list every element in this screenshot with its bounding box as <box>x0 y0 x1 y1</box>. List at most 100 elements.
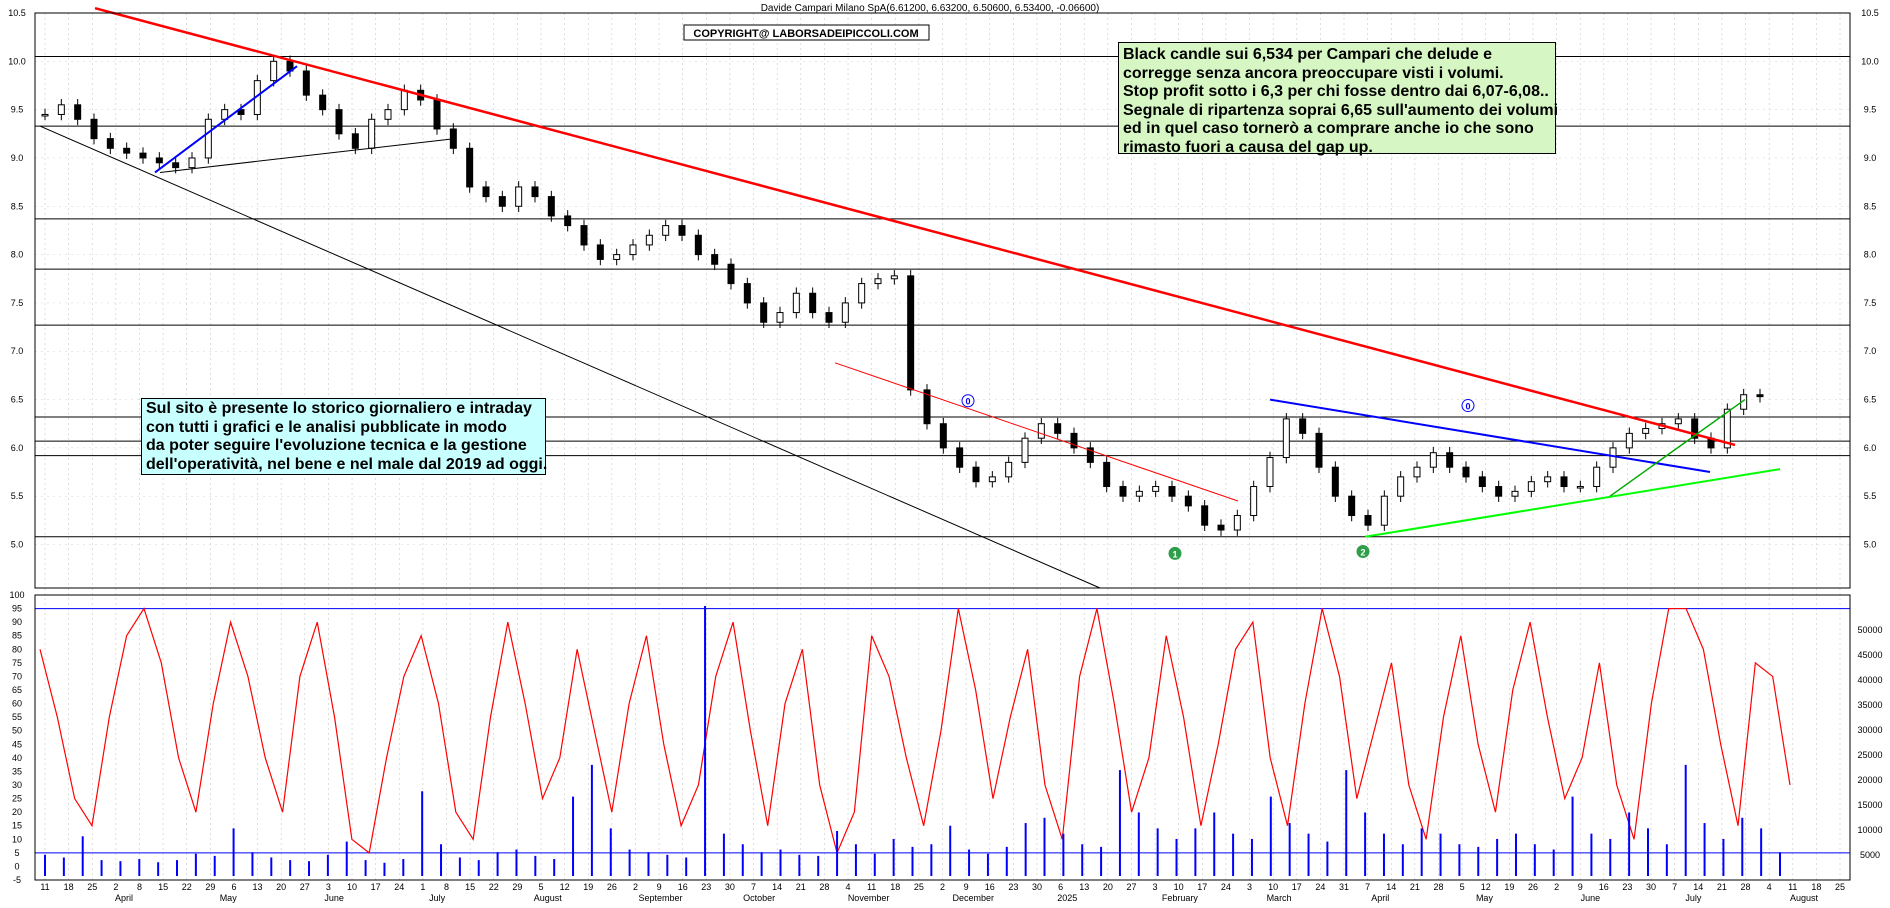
x-month-label: July <box>429 893 446 903</box>
x-tick-label: 13 <box>1079 882 1089 892</box>
candle-body <box>629 244 637 256</box>
x-month-label: 2025 <box>1057 893 1077 903</box>
candle-body <box>1413 466 1421 478</box>
x-tick-label: 16 <box>678 882 688 892</box>
copyright-text: COPYRIGHT@ LABORSADEIPICCOLI.COM <box>693 28 918 40</box>
analysis-note: Black candle sui 6,534 per Campari che d… <box>1118 42 1559 156</box>
x-tick-label: 2 <box>113 882 118 892</box>
oscillator-tick-label: 35 <box>12 766 22 776</box>
site-info-note: Sul sito è presente lo storico giornalie… <box>141 398 547 475</box>
x-tick-label: 25 <box>914 882 924 892</box>
x-tick-label: 19 <box>583 882 593 892</box>
candle-body <box>1135 490 1143 497</box>
candle-body <box>809 292 817 314</box>
candle-body <box>1315 432 1323 468</box>
x-month-label: August <box>1790 893 1819 903</box>
x-month-label: February <box>1162 893 1199 903</box>
x-tick-label: 2 <box>1554 882 1559 892</box>
candle-body <box>678 225 686 236</box>
x-tick-label: 17 <box>1292 882 1302 892</box>
candle-body <box>711 254 719 265</box>
x-tick-label: 9 <box>657 882 662 892</box>
candle-body <box>841 302 849 323</box>
price-tick-label-left: 7.0 <box>11 346 24 356</box>
x-tick-label: 18 <box>890 882 900 892</box>
x-tick-label: 8 <box>137 882 142 892</box>
price-tick-label-right: 8.5 <box>1864 201 1877 211</box>
oscillator-tick-label: 40 <box>12 753 22 763</box>
candle-body <box>792 292 800 314</box>
price-tick-label-left: 6.0 <box>11 443 24 453</box>
candle-body <box>1119 486 1127 497</box>
candle-body <box>1544 476 1552 483</box>
x-tick-label: 11 <box>867 882 876 892</box>
x-tick-label: 18 <box>64 882 74 892</box>
candle-body <box>596 244 604 260</box>
x-tick-label: 2 <box>940 882 945 892</box>
oscillator-tick-label: 100 <box>9 590 24 600</box>
candle-body <box>482 186 490 198</box>
candle-body <box>1446 452 1454 468</box>
oscillator-tick-label: 75 <box>12 658 22 668</box>
x-month-label: May <box>1476 893 1494 903</box>
annotation-label: 1 <box>1172 549 1177 559</box>
x-tick-label: 24 <box>1315 882 1325 892</box>
x-tick-label: 7 <box>751 882 756 892</box>
x-tick-label: 7 <box>1672 882 1677 892</box>
candle-body <box>874 278 882 285</box>
candle-body <box>939 423 947 449</box>
price-tick-label-right: 8.0 <box>1864 250 1877 260</box>
x-tick-label: 18 <box>1811 882 1821 892</box>
x-tick-label: 30 <box>1032 882 1042 892</box>
candle-body <box>613 254 621 260</box>
volume-tick-label: 35000 <box>1857 700 1882 710</box>
candle-body <box>1037 423 1045 439</box>
candle-body <box>1201 505 1209 526</box>
oscillator-tick-label: 10 <box>12 834 22 844</box>
x-tick-label: 2 <box>633 882 638 892</box>
x-tick-label: 24 <box>394 882 404 892</box>
candle-body <box>858 283 866 304</box>
candle-body <box>466 147 474 188</box>
x-tick-label: 30 <box>725 882 735 892</box>
candle-body <box>1168 486 1176 497</box>
price-tick-label-right: 6.0 <box>1864 443 1877 453</box>
x-tick-label: 27 <box>300 882 310 892</box>
x-tick-label: 29 <box>512 882 522 892</box>
x-tick-label: 16 <box>1599 882 1609 892</box>
site-info-line: da poter seguire l'evoluzione tecnica e … <box>146 437 527 454</box>
annotation-label: 2 <box>1360 547 1365 557</box>
candle-body <box>662 225 670 236</box>
x-tick-label: 14 <box>1386 882 1396 892</box>
price-tick-label-left: 5.5 <box>11 491 24 501</box>
oscillator-tick-label: 90 <box>12 617 22 627</box>
candle-body <box>188 157 196 169</box>
volume-tick-label: 40000 <box>1857 675 1882 685</box>
candle-body <box>1364 515 1372 526</box>
candle-body <box>335 109 343 135</box>
oscillator-tick-label: 85 <box>12 631 22 641</box>
x-month-label: October <box>743 893 775 903</box>
candle-body <box>1266 457 1274 488</box>
price-tick-label-left: 10.5 <box>8 8 26 18</box>
candle-body <box>1625 432 1633 449</box>
candle-body <box>825 312 833 323</box>
x-tick-label: 28 <box>1741 882 1751 892</box>
candle-body <box>1331 466 1339 497</box>
candle-body <box>907 275 915 391</box>
volume-tick-label: 25000 <box>1857 750 1882 760</box>
candle-body <box>139 152 147 159</box>
price-tick-label-left: 9.5 <box>11 105 24 115</box>
candle-body <box>1527 481 1535 492</box>
analysis-note-line: Segnale di ripartenza soprai 6,65 sull'a… <box>1123 101 1559 119</box>
x-tick-label: 26 <box>607 882 617 892</box>
volume-tick-label: 50000 <box>1857 625 1882 635</box>
x-tick-label: 3 <box>1247 882 1252 892</box>
x-month-label: December <box>953 893 995 903</box>
analysis-note-line: corregge senza ancora preoccupare visti … <box>1123 64 1504 82</box>
volume-tick-label: 5000 <box>1860 850 1880 860</box>
oscillator-tick-label: 20 <box>12 807 22 817</box>
oscillator-tick-label: 95 <box>12 604 22 614</box>
candle-body <box>1560 476 1568 488</box>
candle-body <box>1103 461 1111 488</box>
